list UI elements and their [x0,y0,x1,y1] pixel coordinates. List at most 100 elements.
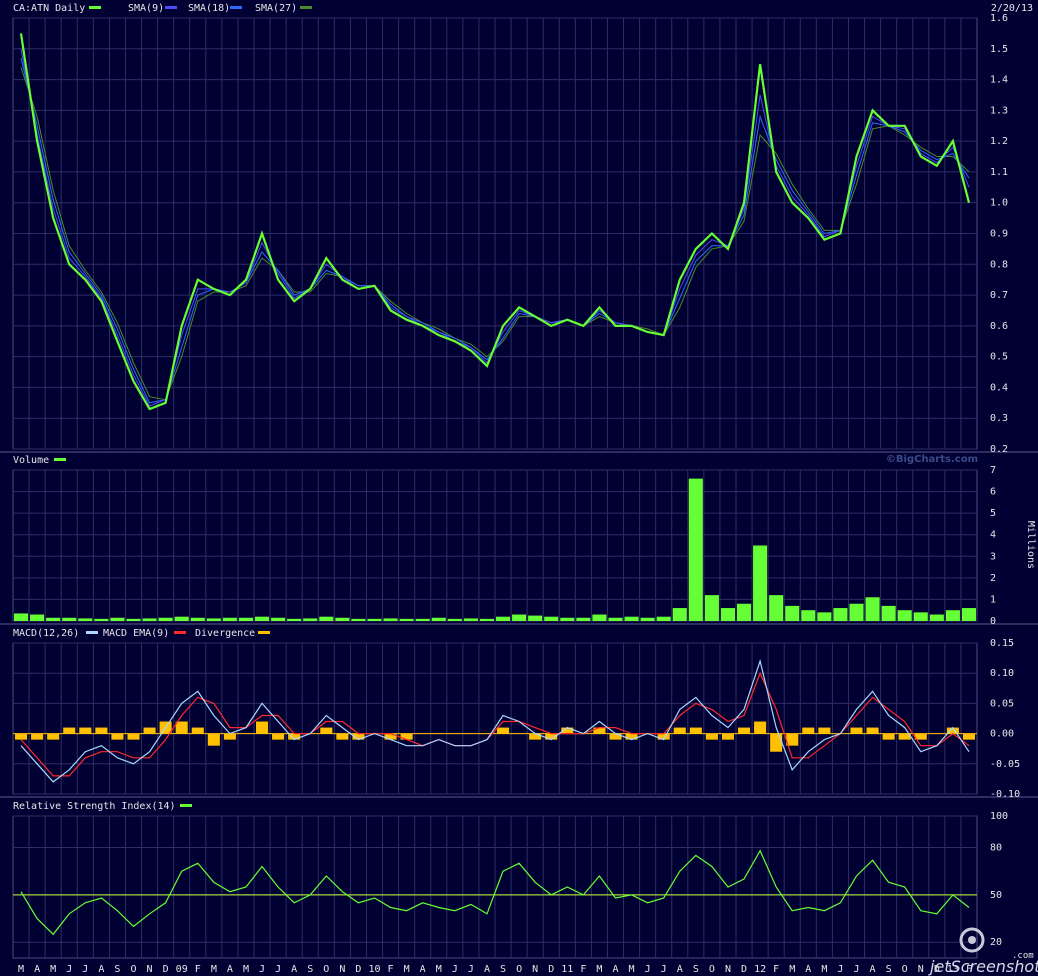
volume-unit-label: Millions [1025,521,1036,569]
x-tick-label: N [725,964,731,975]
divergence-bar [143,727,156,734]
volume-bar [737,603,752,621]
volume-bar [753,545,768,621]
y-tick-label: 2 [990,573,996,584]
divergence-bar [127,733,140,740]
x-tick-label: F [773,964,779,975]
divergence-bar [47,733,60,740]
volume-bar [560,617,575,621]
volume-bar [415,618,430,621]
divergence-bar [625,733,638,740]
volume-panel: Volume ©BigCharts.com Millions 7 6 5 4 3 2 1 0 [13,454,1036,627]
divergence-bar [705,733,718,740]
volume-bar [30,614,45,621]
legend-sma9-swatch [165,6,177,9]
divergence-bar [962,733,975,740]
divergence-bar [689,727,702,734]
legend-sma27-label: SMA(27) [255,3,297,14]
volume-bar [945,610,960,621]
volume-bar [222,617,237,621]
price-panel: CA:ATN Daily SMA(9) SMA(18) SMA(27) 2/20… [13,3,1033,455]
volume-bar [46,617,61,621]
chart-grid [28,18,962,958]
divergence-bar [497,727,510,734]
legend-sma18-swatch [230,6,242,9]
divergence-bar [207,733,220,746]
x-tick-label: D [741,964,747,975]
x-axis-months: M A M J J A S O N D 09 F M A M J J A S O N D 10 F M A M J J A S O N D 11 F M… [18,964,972,975]
y-tick-label: 1.5 [990,44,1008,55]
x-tick-label: A [612,964,618,975]
legend-sma27-swatch [300,6,312,9]
macd-y-ticks: 0.15 0.10 0.05 0.00 -0.05 -0.10 [13,638,1020,800]
x-tick-label: S [307,964,313,975]
volume-bar [624,616,639,621]
y-tick-label: 4 [990,530,996,541]
x-tick-label: J [853,964,859,975]
volume-bar [94,618,109,621]
x-tick-label: M [211,964,217,975]
volume-bar [319,616,334,621]
x-tick-label: O [516,964,522,975]
x-tick-label: O [902,964,908,975]
y-tick-label: 0.5 [990,352,1008,363]
macd-panel: MACD(12,26) MACD EMA(9) Divergence 0.150… [13,628,1020,800]
x-tick-label: S [886,964,892,975]
divergence-bar [79,727,92,734]
divergence-label: Divergence [195,628,255,639]
volume-bar [142,618,157,621]
divergence-bar [175,721,188,734]
x-tick-label: F [195,964,201,975]
volume-bar [656,616,671,621]
divergence-bar [818,727,831,734]
y-tick-label: 0.4 [990,382,1008,393]
camera-lens-icon [968,936,976,944]
volume-bar [431,617,446,621]
x-tick-label: S [693,964,699,975]
volume-bar [961,608,976,621]
x-tick-label: D [548,964,554,975]
x-tick-label: J [645,964,651,975]
volume-bar [479,618,494,621]
volume-bar [592,614,607,621]
rsi-legend-swatch [180,804,192,807]
volume-bar [110,617,125,621]
y-tick-label: 5 [990,508,996,519]
x-tick-label: S [500,964,506,975]
volume-bar [335,617,350,621]
rsi-title: Relative Strength Index(14) [13,801,176,812]
divergence-bar [31,733,44,740]
y-tick-label: 0.00 [990,729,1014,740]
volume-bar [174,616,189,621]
volume-bar [817,612,832,621]
divergence-bar [95,727,108,734]
price-y-ticks: 1.6 1.5 1.4 1.3 1.2 1.1 1.0 0.9 0.8 0.7 0.6 0.5 0.4 0… [13,13,1008,455]
x-tick-label: M [629,964,635,975]
divergence-bar [770,733,783,752]
volume-bar [126,618,141,621]
volume-bar [512,614,527,621]
x-tick-label: O [130,964,136,975]
x-tick-label: J [66,964,72,975]
y-tick-label: 80 [990,843,1002,854]
x-tick-label: M [404,964,410,975]
volume-bar [720,608,735,621]
y-tick-label: 0.6 [990,321,1008,332]
volume-bar [447,618,462,621]
y-tick-label: 0.7 [990,290,1008,301]
divergence-bar [593,727,606,734]
x-tick-label: M [50,964,56,975]
y-tick-label: 6 [990,487,996,498]
x-tick-label: 10 [368,964,380,975]
y-tick-label: 0.3 [990,413,1008,424]
x-tick-label: J [837,964,843,975]
volume-bar [496,616,511,621]
volume-bar [463,618,478,621]
x-tick-label: O [323,964,329,975]
macd-title: MACD(12,26) [13,628,79,639]
macd-ema-swatch [174,631,186,634]
volume-bar [158,617,173,621]
volume-bar [544,616,559,621]
y-tick-label: 0 [990,616,996,627]
divergence-bar [63,727,76,734]
